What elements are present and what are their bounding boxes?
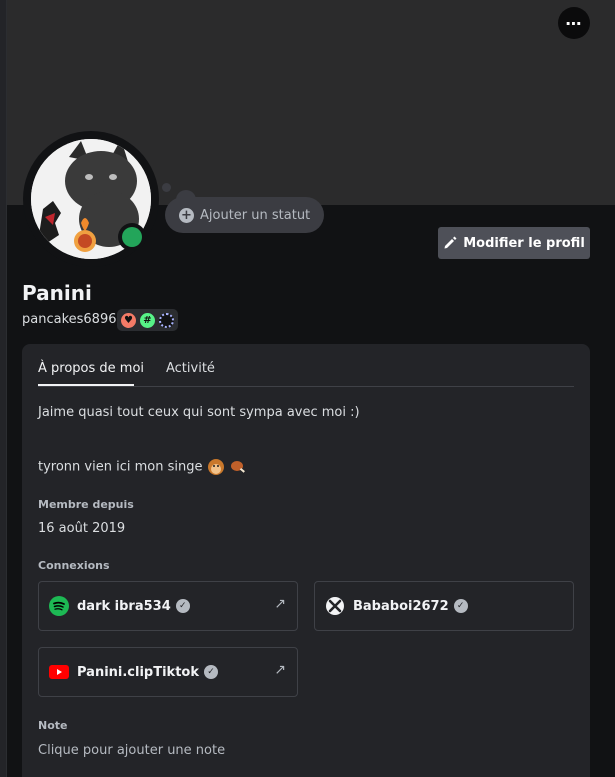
about-me-text: tyronn vien ici mon singe — [38, 459, 203, 475]
xbox-icon — [326, 597, 344, 615]
connection-name: dark ibra534 — [77, 598, 171, 614]
profile-info-card: À propos de moi Activité Jaime quasi tou… — [22, 344, 590, 777]
member-since-title: Membre depuis — [38, 498, 134, 511]
note-input[interactable]: Clique pour ajouter une note — [38, 743, 225, 758]
add-status-label: Ajouter un statut — [200, 207, 311, 223]
about-me-line-1: Jaime quasi tout ceux qui sont sympa ave… — [38, 405, 360, 420]
youtube-icon — [49, 665, 69, 679]
status-bubble-dot — [162, 183, 171, 192]
connection-name: Bababoi2672 — [353, 598, 449, 614]
edit-profile-label: Modifier le profil — [463, 235, 585, 251]
hypesquad-badge-icon[interactable]: ♥ — [121, 312, 136, 328]
hashtag-badge-icon[interactable]: # — [140, 312, 155, 328]
member-since-date: 16 août 2019 — [38, 521, 126, 536]
plus-icon: + — [179, 207, 194, 223]
tab-activity[interactable]: Activité — [166, 361, 215, 376]
verified-check-icon: ✓ — [204, 665, 218, 679]
verified-check-icon: ✓ — [175, 599, 190, 613]
connections-title: Connexions — [38, 559, 110, 572]
online-status-indicator — [118, 223, 146, 251]
external-link-icon[interactable]: ↗ — [274, 596, 286, 612]
connection-xbox[interactable]: Bababoi2672 ✓ — [314, 581, 574, 631]
avatar-container[interactable] — [23, 131, 159, 267]
note-title: Note — [38, 719, 68, 732]
more-options-button[interactable]: ⋯ — [558, 7, 590, 39]
connection-name: Panini.clipTiktok — [77, 664, 199, 680]
profile-tabs: À propos de moi Activité — [38, 344, 574, 387]
external-link-icon[interactable]: ↗ — [274, 662, 286, 678]
connection-youtube[interactable]: Panini.clipTiktok ✓ ↗ — [38, 647, 298, 697]
add-status-button[interactable]: + Ajouter un statut — [165, 197, 325, 233]
display-name: Panini — [22, 281, 92, 305]
verified-check-icon: ✓ — [453, 599, 468, 613]
nitro-badge-icon[interactable] — [159, 312, 174, 328]
tab-about-me[interactable]: À propos de moi — [38, 361, 144, 376]
badge-list: ♥ # — [117, 309, 178, 331]
spotify-icon — [49, 596, 69, 616]
user-profile-modal: ⋯ + Ajouter un statut Modifier le profil… — [6, 0, 615, 777]
about-me-line-2: tyronn vien ici mon singe — [38, 458, 247, 476]
connection-spotify[interactable]: dark ibra534 ✓ ↗ — [38, 581, 298, 631]
drumstick-emoji-icon — [230, 461, 245, 473]
edit-profile-button[interactable]: Modifier le profil — [438, 227, 590, 259]
active-tab-indicator — [38, 384, 134, 386]
username[interactable]: pancakes6896 — [22, 312, 117, 327]
monkey-emoji-icon — [207, 459, 224, 475]
pencil-icon — [444, 236, 457, 249]
